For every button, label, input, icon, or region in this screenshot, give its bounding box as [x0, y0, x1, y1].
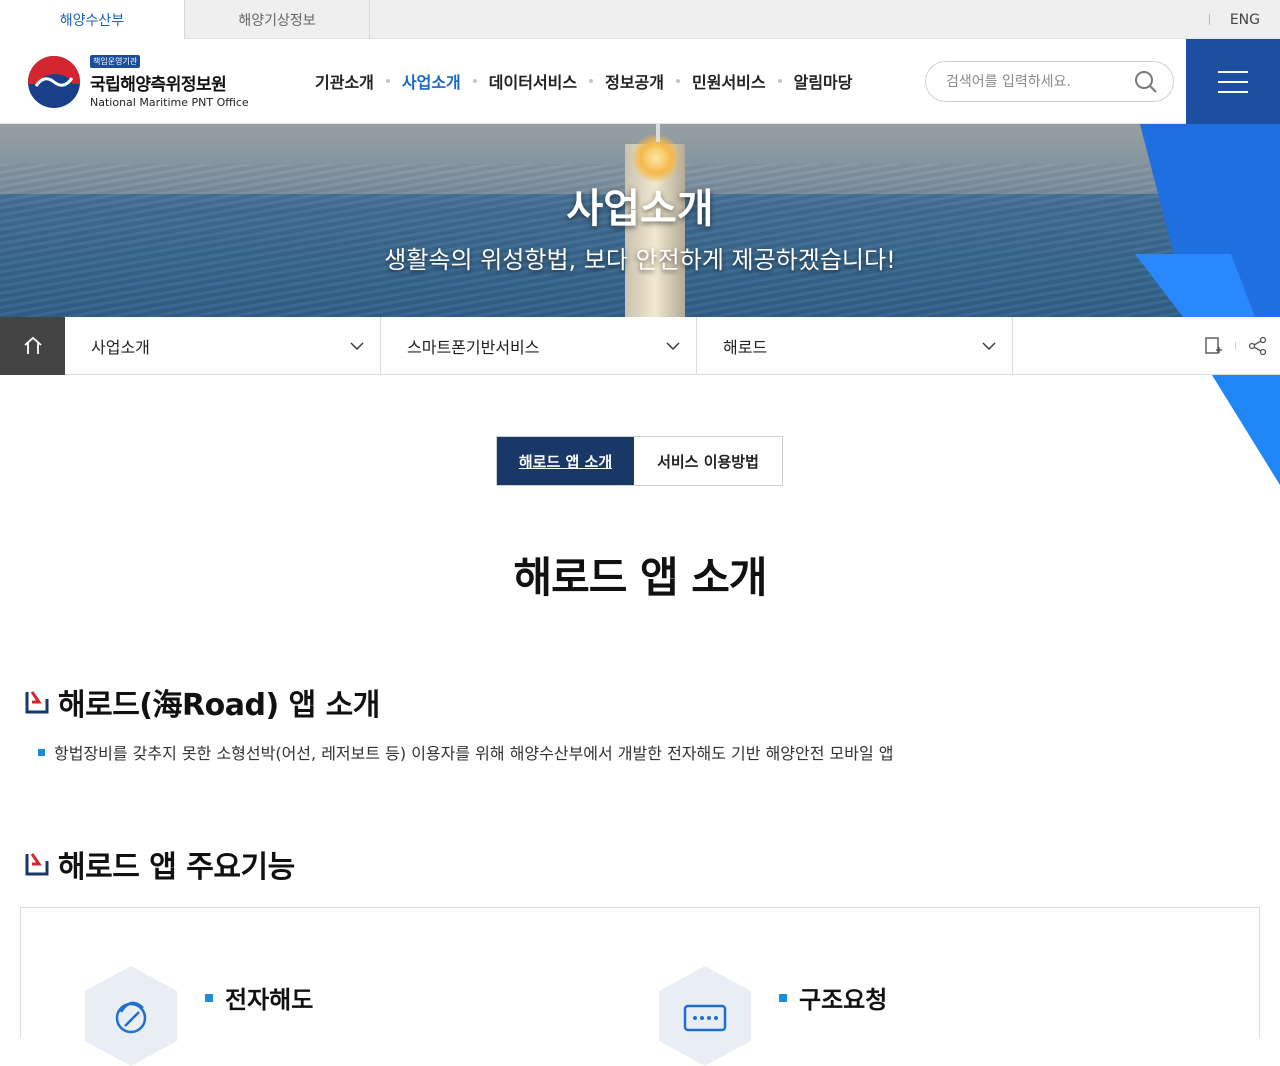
tab-marine-weather[interactable]: 해양기상정보	[185, 0, 370, 39]
nav-item-disclosure[interactable]: 정보공개	[605, 69, 664, 93]
search-icon[interactable]	[1133, 69, 1159, 95]
nav-separator	[472, 79, 477, 83]
search-input[interactable]	[946, 73, 1133, 90]
section-heading-text: 해로드(海Road) 앱 소개	[58, 688, 380, 723]
logo-korean-name: 국립해양측위정보원	[90, 75, 227, 95]
heading-mark-icon	[25, 853, 49, 876]
content-tabs: 해로드 앱 소개 서비스 이용방법	[496, 436, 783, 486]
list-item: 항법장비를 갖추지 못한 소형선박(어선, 레저보트 등) 이용자를 위해 해양…	[38, 740, 894, 764]
top-utility-bar: 해양수산부 해양기상정보 ENG	[0, 0, 1280, 40]
search-box	[925, 61, 1174, 102]
logo-english-name: National Maritime PNT Office	[90, 96, 249, 109]
share-icon[interactable]	[1248, 336, 1268, 356]
nav-separator	[589, 79, 594, 83]
logo-badge: 책임운영기관	[90, 55, 141, 68]
message-icon	[659, 966, 751, 1066]
site-header: 책임운영기관 국립해양측위정보원 National Maritime PNT O…	[0, 39, 1280, 124]
tab-app-intro[interactable]: 해로드 앱 소개	[497, 437, 634, 485]
location-label: 스마트폰기반서비스	[407, 338, 540, 357]
tab-mof-label: 해양수산부	[59, 13, 125, 29]
tab-marine-weather-label: 해양기상정보	[238, 12, 316, 29]
language-switch: ENG	[1208, 0, 1260, 39]
location-bar: 사업소개 스마트폰기반서비스 해로드	[0, 317, 1280, 375]
heading-mark-icon	[25, 691, 49, 714]
tab-mof[interactable]: 해양수산부	[0, 0, 185, 40]
location-label: 사업소개	[91, 338, 150, 357]
feature-box: 전자해도 구조요청	[20, 907, 1260, 1066]
hero-subtitle: 생활속의 위성항법, 보다 안전하게 제공하겠습니다!	[384, 246, 896, 274]
tab-how-to-use[interactable]: 서비스 이용방법	[634, 437, 782, 485]
bullet-icon	[38, 748, 45, 756]
section-heading-text: 해로드 앱 주요기능	[58, 850, 295, 885]
home-button[interactable]	[0, 317, 65, 375]
nav-separator	[777, 79, 782, 83]
page-title: 해로드 앱 소개	[513, 553, 767, 602]
site-logo[interactable]: 책임운영기관 국립해양측위정보원 National Maritime PNT O…	[28, 55, 249, 109]
section-heading: 해로드 앱 주요기능	[24, 842, 295, 886]
nav-separator	[676, 79, 680, 83]
feature-title: 전자해도	[225, 986, 314, 1014]
feature-title: 구조요청	[799, 986, 888, 1014]
home-icon	[23, 336, 42, 354]
hamburger-menu-button[interactable]	[1186, 39, 1280, 124]
print-icon[interactable]	[1203, 336, 1223, 356]
main-navigation: 기관소개 사업소개 데이터서비스 정보공개 민원서비스 알림마당	[315, 69, 853, 93]
eng-link[interactable]: ENG	[1230, 12, 1260, 28]
hero-banner: 사업소개 생활속의 위성항법, 보다 안전하게 제공하겠습니다!	[0, 124, 1280, 317]
bullet-icon	[205, 993, 213, 1002]
nav-item-notice[interactable]: 알림마당	[794, 69, 853, 93]
feature-item: 전자해도	[85, 966, 313, 1066]
location-dropdown-depth3[interactable]: 해로드	[697, 317, 1013, 375]
chevron-down-icon	[666, 342, 680, 350]
list-item-text: 항법장비를 갖추지 못한 소형선박(어선, 레저보트 등) 이용자를 위해 해양…	[54, 744, 894, 763]
nav-separator	[385, 79, 390, 83]
bullet-icon	[779, 993, 787, 1002]
divider	[1208, 14, 1210, 25]
taegeuk-emblem-icon	[28, 56, 80, 108]
hero-title: 사업소개	[566, 186, 714, 232]
location-dropdown-depth1[interactable]: 사업소개	[65, 317, 381, 375]
decorative-shape	[1212, 375, 1280, 485]
nav-item-data-service[interactable]: 데이터서비스	[489, 69, 577, 93]
nav-item-business[interactable]: 사업소개	[402, 69, 461, 93]
chevron-down-icon	[350, 342, 364, 350]
satellite-icon	[85, 966, 177, 1066]
nav-item-civil-service[interactable]: 민원서비스	[692, 69, 766, 93]
location-dropdown-depth2[interactable]: 스마트폰기반서비스	[381, 317, 697, 375]
feature-item: 구조요청	[659, 966, 887, 1066]
location-label: 해로드	[723, 338, 768, 357]
nav-item-about[interactable]: 기관소개	[315, 69, 374, 93]
divider	[1235, 342, 1236, 350]
chevron-down-icon	[982, 342, 996, 350]
location-tools	[1203, 317, 1268, 375]
section-heading: 해로드(海Road) 앱 소개	[24, 680, 380, 724]
hamburger-icon	[1218, 70, 1248, 73]
